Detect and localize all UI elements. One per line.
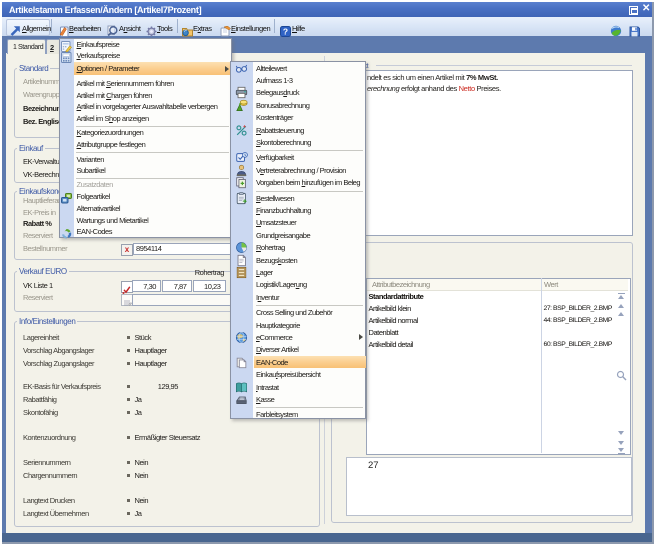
svg-text:?: ? <box>283 27 288 37</box>
